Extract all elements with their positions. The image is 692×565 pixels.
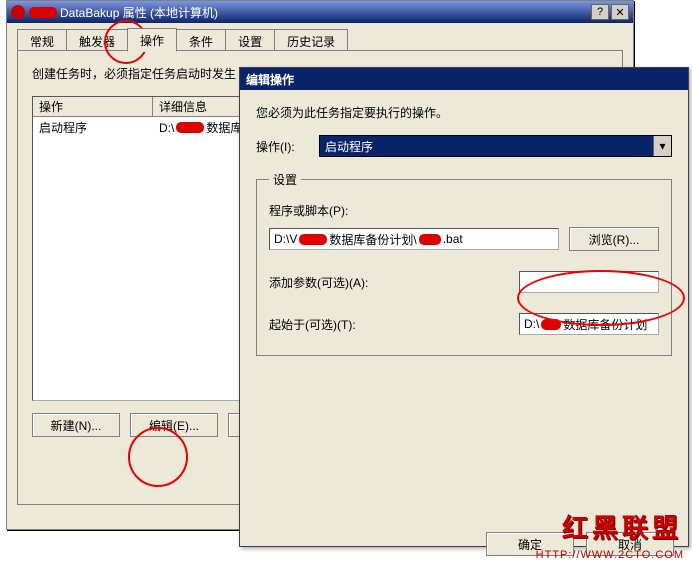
startin-prefix: D:\ xyxy=(524,317,539,331)
redaction xyxy=(176,122,204,133)
watermark-text: 红黑联盟 xyxy=(562,508,682,545)
app-icon xyxy=(11,5,25,19)
redaction xyxy=(419,234,441,245)
help-button[interactable]: ? xyxy=(591,4,609,20)
tab-history[interactable]: 历史记录 xyxy=(274,29,348,52)
edit-button[interactable]: 编辑(E)... xyxy=(130,413,218,437)
detail-suffix: 数据库 xyxy=(206,119,242,136)
dialog-title: 编辑操作 xyxy=(246,71,294,88)
dialog-titlebar[interactable]: 编辑操作 xyxy=(240,68,688,90)
titlebar[interactable]: DataBakup 属性 (本地计算机) ? ✕ xyxy=(7,1,633,23)
watermark-url: HTTP://WWW.2CTO.COM xyxy=(536,549,684,561)
program-input[interactable]: D:\V 数据库备份计划\ .bat xyxy=(269,228,559,250)
program-suffix: .bat xyxy=(443,232,463,246)
action-row: 操作(I): 启动程序 ▾ xyxy=(256,135,672,157)
redaction xyxy=(541,319,561,330)
tab-strip: 常规 触发器 操作 条件 设置 历史记录 xyxy=(17,29,623,51)
program-mid: 数据库备份计划\ xyxy=(329,231,416,248)
dialog-description-row: 您必须为此任务指定要执行的操作。 xyxy=(256,104,672,121)
tab-settings[interactable]: 设置 xyxy=(225,29,275,52)
chevron-down-icon[interactable]: ▾ xyxy=(653,136,671,156)
program-label: 程序或脚本(P): xyxy=(269,202,659,219)
settings-group: 设置 程序或脚本(P): D:\V 数据库备份计划\ .bat 浏览(R)...… xyxy=(256,171,672,356)
dialog-description: 您必须为此任务指定要执行的操作。 xyxy=(256,104,448,121)
startin-label: 起始于(可选)(T): xyxy=(269,316,379,333)
row-action: 启动程序 xyxy=(33,119,153,136)
col-action[interactable]: 操作 xyxy=(33,97,153,116)
action-value: 启动程序 xyxy=(325,138,373,155)
detail-prefix: D:\ xyxy=(159,121,174,135)
tab-general[interactable]: 常规 xyxy=(17,29,67,52)
program-prefix: D:\V xyxy=(274,232,297,246)
dialog-body: 您必须为此任务指定要执行的操作。 操作(I): 启动程序 ▾ 设置 程序或脚本(… xyxy=(240,90,688,370)
tab-actions[interactable]: 操作 xyxy=(127,28,177,52)
settings-legend: 设置 xyxy=(269,171,301,188)
args-label: 添加参数(可选)(A): xyxy=(269,274,379,291)
tab-triggers[interactable]: 触发器 xyxy=(66,29,128,52)
args-input[interactable] xyxy=(519,271,659,293)
browse-button[interactable]: 浏览(R)... xyxy=(569,227,659,251)
edit-action-dialog: 编辑操作 您必须为此任务指定要执行的操作。 操作(I): 启动程序 ▾ 设置 程… xyxy=(239,67,689,547)
startin-input[interactable]: D:\ 数据库备份计划 xyxy=(519,313,659,335)
action-select[interactable]: 启动程序 ▾ xyxy=(319,135,672,157)
redaction xyxy=(29,7,57,18)
new-button[interactable]: 新建(N)... xyxy=(32,413,120,437)
startin-suffix: 数据库备份计划 xyxy=(563,316,647,333)
window-title: DataBakup 属性 (本地计算机) xyxy=(60,4,589,21)
action-label: 操作(I): xyxy=(256,138,311,155)
close-button[interactable]: ✕ xyxy=(611,4,629,20)
redaction xyxy=(299,234,327,245)
tab-conditions[interactable]: 条件 xyxy=(176,29,226,52)
